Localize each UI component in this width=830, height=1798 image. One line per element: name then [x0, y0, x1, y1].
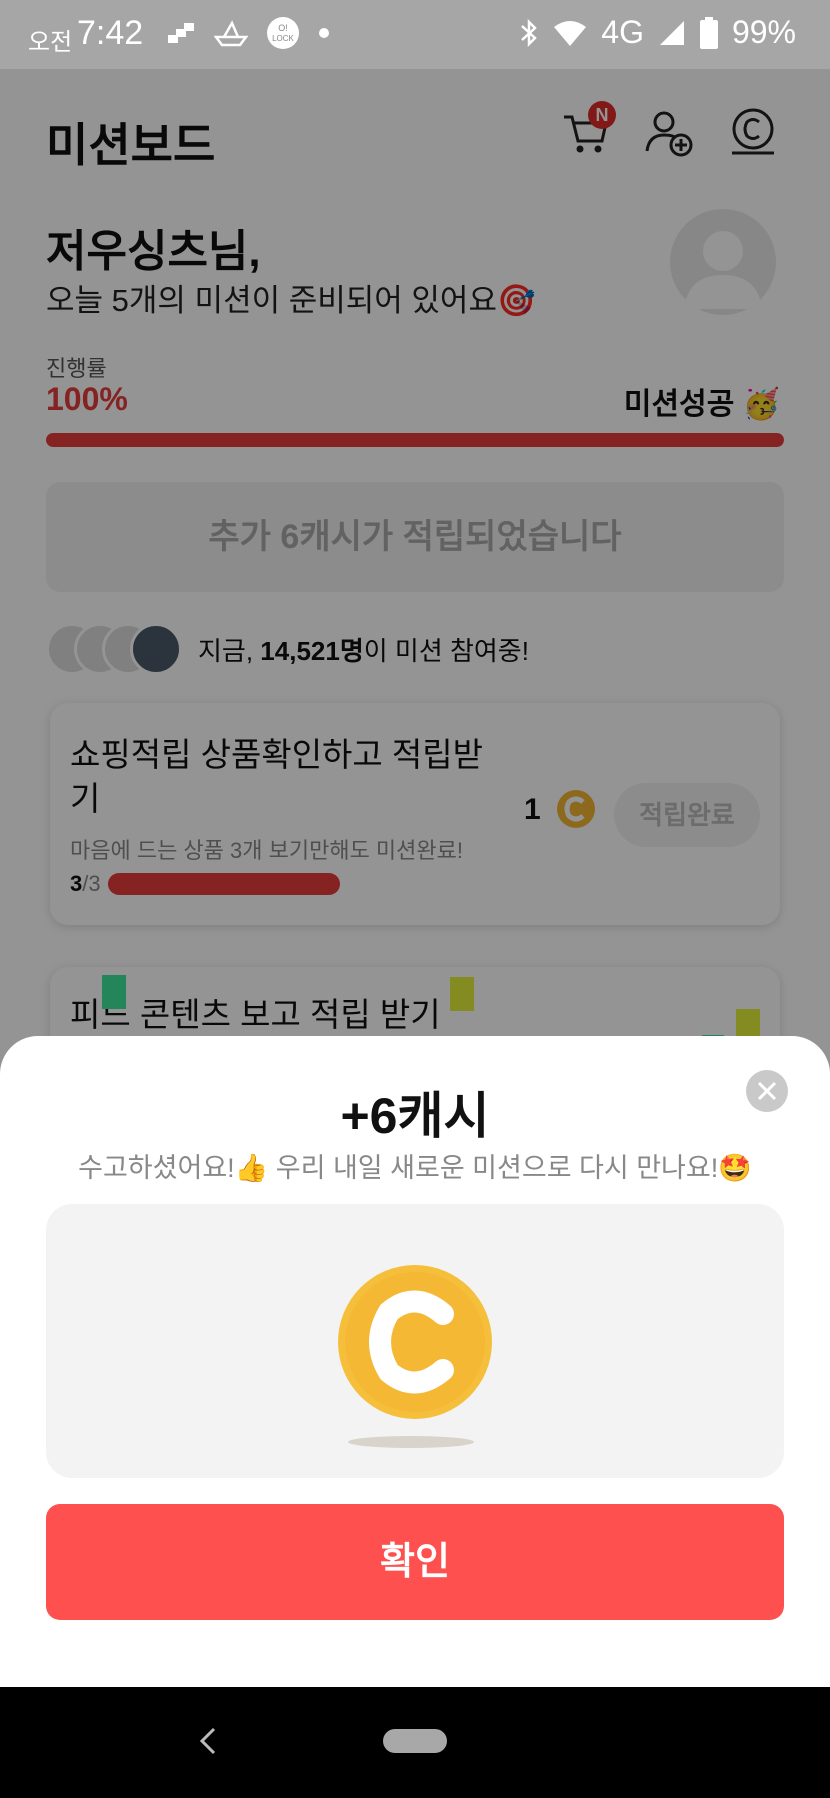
battery-icon — [699, 16, 718, 49]
back-icon[interactable] — [196, 1721, 220, 1761]
bluetooth-icon — [521, 18, 538, 47]
reward-subtitle: 수고하셨어요!👍 우리 내일 새로운 미션으로 다시 만나요!🤩 — [78, 1153, 752, 1183]
coin-shadow — [348, 1436, 474, 1448]
notification-icon — [168, 23, 194, 43]
status-ampm: 오전 — [28, 29, 73, 56]
wifi-icon — [554, 20, 587, 46]
signal-icon — [659, 20, 684, 45]
dot-icon — [319, 28, 329, 38]
reward-title: +6캐시 — [340, 1088, 490, 1144]
status-notification-icons: O! LOCK — [168, 16, 330, 50]
svg-text:O!: O! — [278, 23, 288, 33]
confirm-button[interactable]: 확인 — [46, 1504, 784, 1620]
close-icon — [757, 1081, 777, 1101]
reward-bottom-sheet: +6캐시 수고하셨어요!👍 우리 내일 새로운 미션으로 다시 만나요!🤩 확인 — [0, 1036, 830, 1687]
boat-icon — [214, 20, 248, 47]
close-button[interactable] — [746, 1070, 788, 1112]
status-time: 7:42 — [77, 14, 144, 52]
system-nav-bar — [0, 1687, 830, 1798]
cash-coin-icon — [338, 1265, 492, 1419]
status-right: 4G 99% — [519, 14, 796, 51]
home-pill[interactable] — [383, 1729, 447, 1753]
status-bar: 오전 7:42 O! LOCK 4G 99% — [0, 0, 830, 69]
coin-panel — [46, 1204, 784, 1478]
olock-icon: O!LOCK — [267, 17, 299, 49]
battery-percent: 99% — [731, 14, 796, 50]
svg-text:LOCK: LOCK — [272, 34, 294, 43]
network-type: 4G — [601, 14, 644, 50]
